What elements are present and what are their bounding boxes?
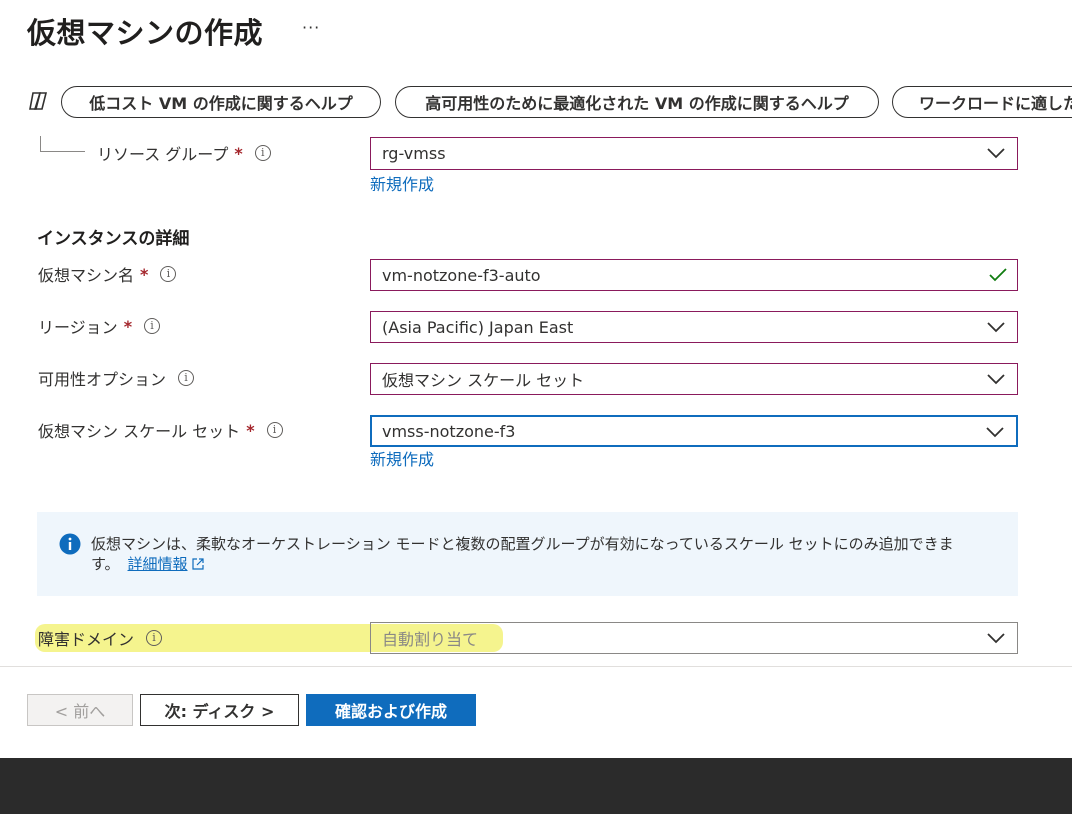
suggestion-chip-high-availability[interactable]: 高可用性のために最適化された VM の作成に関するヘルプ xyxy=(395,86,879,118)
chevron-down-icon xyxy=(987,374,1005,385)
vm-create-form: リソース グループ * i rg-vmss 新規作成 インスタンスの詳細 仮想マ… xyxy=(0,126,1072,666)
vm-name-label: 仮想マシン名 * i xyxy=(38,262,177,286)
next-disk-button[interactable]: 次: ディスク > xyxy=(140,694,299,726)
resource-group-label: リソース グループ * i xyxy=(97,141,271,165)
scale-set-create-new-link[interactable]: 新規作成 xyxy=(370,446,434,470)
vm-name-input[interactable]: vm-notzone-f3-auto xyxy=(370,259,1018,291)
region-label: リージョン * i xyxy=(38,314,161,338)
fault-domain-dropdown[interactable]: 自動割り当て xyxy=(370,622,1018,654)
previous-button[interactable]: < 前へ xyxy=(27,694,133,726)
scale-set-label: 仮想マシン スケール セット * i xyxy=(38,418,283,442)
taskbar-area xyxy=(0,758,1072,814)
footer-divider xyxy=(0,666,1072,667)
chevron-down-icon xyxy=(986,427,1004,438)
info-icon[interactable]: i xyxy=(254,145,271,161)
external-link-icon xyxy=(191,558,204,570)
availability-option-label: 可用性オプション i xyxy=(38,366,195,390)
copilot-icon xyxy=(29,92,48,110)
resource-group-dropdown[interactable]: rg-vmss xyxy=(370,137,1018,170)
chevron-down-icon xyxy=(987,148,1005,159)
required-marker: * xyxy=(123,316,133,336)
resource-group-create-new-link[interactable]: 新規作成 xyxy=(370,171,434,195)
info-icon[interactable]: i xyxy=(178,370,195,386)
fault-domain-label: 障害ドメイン i xyxy=(38,626,163,650)
availability-option-dropdown[interactable]: 仮想マシン スケール セット xyxy=(370,363,1018,395)
check-icon xyxy=(989,268,1007,282)
learn-more-link[interactable]: 詳細情報 xyxy=(128,555,188,573)
info-icon[interactable]: i xyxy=(144,318,161,334)
info-filled-icon xyxy=(59,533,81,555)
info-icon[interactable]: i xyxy=(266,422,283,438)
required-marker: * xyxy=(246,420,255,440)
more-options-button[interactable]: ··· xyxy=(302,18,320,37)
region-dropdown[interactable]: (Asia Pacific) Japan East xyxy=(370,311,1018,343)
review-create-button[interactable]: 確認および作成 xyxy=(306,694,476,726)
info-message-text: 仮想マシンは、柔軟なオーケストレーション モードと複数の配置グループが有効になっ… xyxy=(91,535,954,573)
info-message-box: 仮想マシンは、柔軟なオーケストレーション モードと複数の配置グループが有効になっ… xyxy=(37,512,1018,596)
info-icon[interactable]: i xyxy=(146,630,163,646)
suggestion-chip-workload[interactable]: ワークロードに適した xyxy=(892,86,1072,118)
chevron-down-icon xyxy=(987,633,1005,644)
chevron-down-icon xyxy=(987,322,1005,333)
page-title: 仮想マシンの作成 xyxy=(27,16,264,50)
suggestion-chip-low-cost[interactable]: 低コスト VM の作成に関するヘルプ xyxy=(61,86,381,118)
info-icon[interactable]: i xyxy=(160,266,177,282)
scale-set-dropdown[interactable]: vmss-notzone-f3 xyxy=(370,415,1018,447)
tree-connector xyxy=(40,136,85,152)
instance-details-heading: インスタンスの詳細 xyxy=(37,229,190,249)
required-marker: * xyxy=(140,264,149,284)
required-marker: * xyxy=(234,143,243,163)
